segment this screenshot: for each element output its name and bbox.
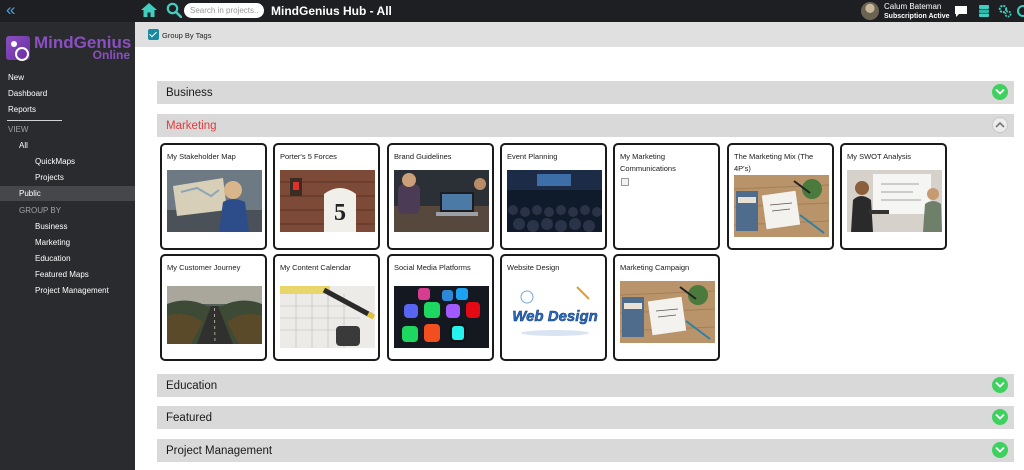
collapse-chevron-icon[interactable]: [992, 117, 1008, 133]
card-thumbnail: [167, 170, 262, 232]
filter-bar: [135, 22, 1024, 47]
expand-chevron-icon[interactable]: [992, 377, 1008, 393]
card-title: My SWOT Analysis: [847, 152, 912, 161]
card-thumbnail: [734, 175, 829, 237]
sidebar-item-dashboard[interactable]: Dashboard: [8, 89, 47, 99]
map-card[interactable]: My Marketing Communications: [613, 143, 720, 250]
card-title: Social Media Platforms: [394, 263, 471, 272]
card-title: Porter's 5 Forces: [280, 152, 337, 161]
card-title: Website Design: [507, 263, 560, 272]
group-title: Featured: [166, 412, 213, 424]
card-thumbnail: [280, 286, 375, 348]
home-icon[interactable]: [141, 3, 157, 17]
card-title: My Stakeholder Map: [167, 152, 236, 161]
group-by-section-label: GROUP BY: [19, 206, 62, 215]
user-name: Calum Bateman: [884, 2, 942, 11]
page-title: MindGenius Hub - All: [271, 4, 392, 18]
map-card[interactable]: Brand Guidelines: [387, 143, 494, 250]
card-thumbnail: [394, 170, 489, 232]
card-thumbnail: Web Design: [507, 281, 602, 343]
group-header-business[interactable]: Business: [157, 81, 1014, 104]
group-header-featured[interactable]: Featured: [157, 406, 1014, 429]
search-input[interactable]: [184, 3, 264, 18]
view-section-label: VIEW: [8, 125, 29, 134]
chat-icon[interactable]: [954, 4, 968, 18]
map-card[interactable]: My SWOT Analysis: [840, 143, 947, 250]
logo-mark-icon: [6, 36, 30, 61]
sidebar-item-project-management[interactable]: Project Management: [35, 286, 109, 296]
subscription-status: Subscription Active: [884, 13, 950, 20]
map-card[interactable]: My Customer Journey: [160, 254, 267, 361]
card-thumbnail: [507, 170, 602, 232]
sidebar-item-business[interactable]: Business: [35, 222, 67, 232]
sidebar: MindGenius Online New Dashboard Reports …: [0, 22, 135, 470]
group-header-marketing[interactable]: Marketing: [157, 114, 1014, 137]
group-title: Project Management: [166, 445, 273, 457]
sidebar-item-new[interactable]: New: [8, 73, 24, 83]
map-card[interactable]: My Content Calendar: [273, 254, 380, 361]
card-title: My Content Calendar: [280, 263, 351, 272]
sidebar-item-public[interactable]: Public: [19, 189, 41, 199]
map-card[interactable]: The Marketing Mix (The 4P's): [727, 143, 834, 250]
group-header-project-management[interactable]: Project Management: [157, 439, 1014, 462]
sidebar-item-all[interactable]: All: [19, 141, 28, 151]
card-thumbnail: [394, 286, 489, 348]
sidebar-item-featured-maps[interactable]: Featured Maps: [35, 270, 89, 280]
map-card[interactable]: Website Design Web Design: [500, 254, 607, 361]
sidebar-item-projects[interactable]: Projects: [35, 173, 64, 183]
group-header-education[interactable]: Education: [157, 374, 1014, 397]
group-by-tags-label[interactable]: Group By Tags: [162, 31, 211, 40]
sidebar-item-education[interactable]: Education: [35, 254, 71, 264]
svg-text:5: 5: [334, 200, 346, 226]
group-title: Business: [166, 87, 213, 99]
card-title: The Marketing Mix (The 4P's): [734, 152, 814, 173]
map-card[interactable]: Marketing Campaign: [613, 254, 720, 361]
avatar[interactable]: [861, 2, 879, 20]
card-title: My Marketing Communications: [620, 152, 676, 173]
map-card[interactable]: Porter's 5 Forces 5: [273, 143, 380, 250]
settings-gear-icon[interactable]: [998, 4, 1012, 18]
expand-chevron-icon[interactable]: [992, 442, 1008, 458]
card-title: Brand Guidelines: [394, 152, 452, 161]
group-title: Education: [166, 380, 218, 392]
card-thumbnail: [847, 170, 942, 232]
sidebar-item-marketing[interactable]: Marketing: [35, 238, 70, 248]
card-title: My Customer Journey: [167, 263, 241, 272]
broken-image-icon: [621, 178, 629, 186]
card-title: Event Planning: [507, 152, 558, 161]
group-by-tags-checkbox[interactable]: [148, 29, 159, 40]
top-bar: « MindGenius Hub - All Calum Bateman Sub…: [0, 0, 1024, 22]
expand-chevron-icon[interactable]: [992, 84, 1008, 100]
logo-subtitle: Online: [92, 48, 130, 62]
card-thumbnail: [620, 281, 715, 343]
sidebar-item-quickmaps[interactable]: QuickMaps: [35, 157, 75, 167]
mindgenius-logo[interactable]: MindGenius Online: [6, 34, 132, 64]
sidebar-item-reports[interactable]: Reports: [8, 105, 36, 115]
divider: [7, 120, 62, 121]
power-icon[interactable]: [1016, 4, 1024, 18]
layers-icon[interactable]: [977, 4, 991, 18]
card-thumbnail: [167, 286, 262, 348]
map-card[interactable]: Event Planning: [500, 143, 607, 250]
map-card[interactable]: My Stakeholder Map: [160, 143, 267, 250]
search-icon[interactable]: [166, 2, 182, 18]
expand-chevron-icon[interactable]: [992, 409, 1008, 425]
card-title: Marketing Campaign: [620, 263, 690, 272]
collapse-sidebar-icon[interactable]: «: [6, 1, 15, 19]
map-card[interactable]: Social Media Platforms: [387, 254, 494, 361]
web-design-graphic-text: Web Design: [512, 308, 598, 325]
card-thumbnail: 5: [280, 170, 375, 232]
group-title: Marketing: [166, 120, 217, 132]
